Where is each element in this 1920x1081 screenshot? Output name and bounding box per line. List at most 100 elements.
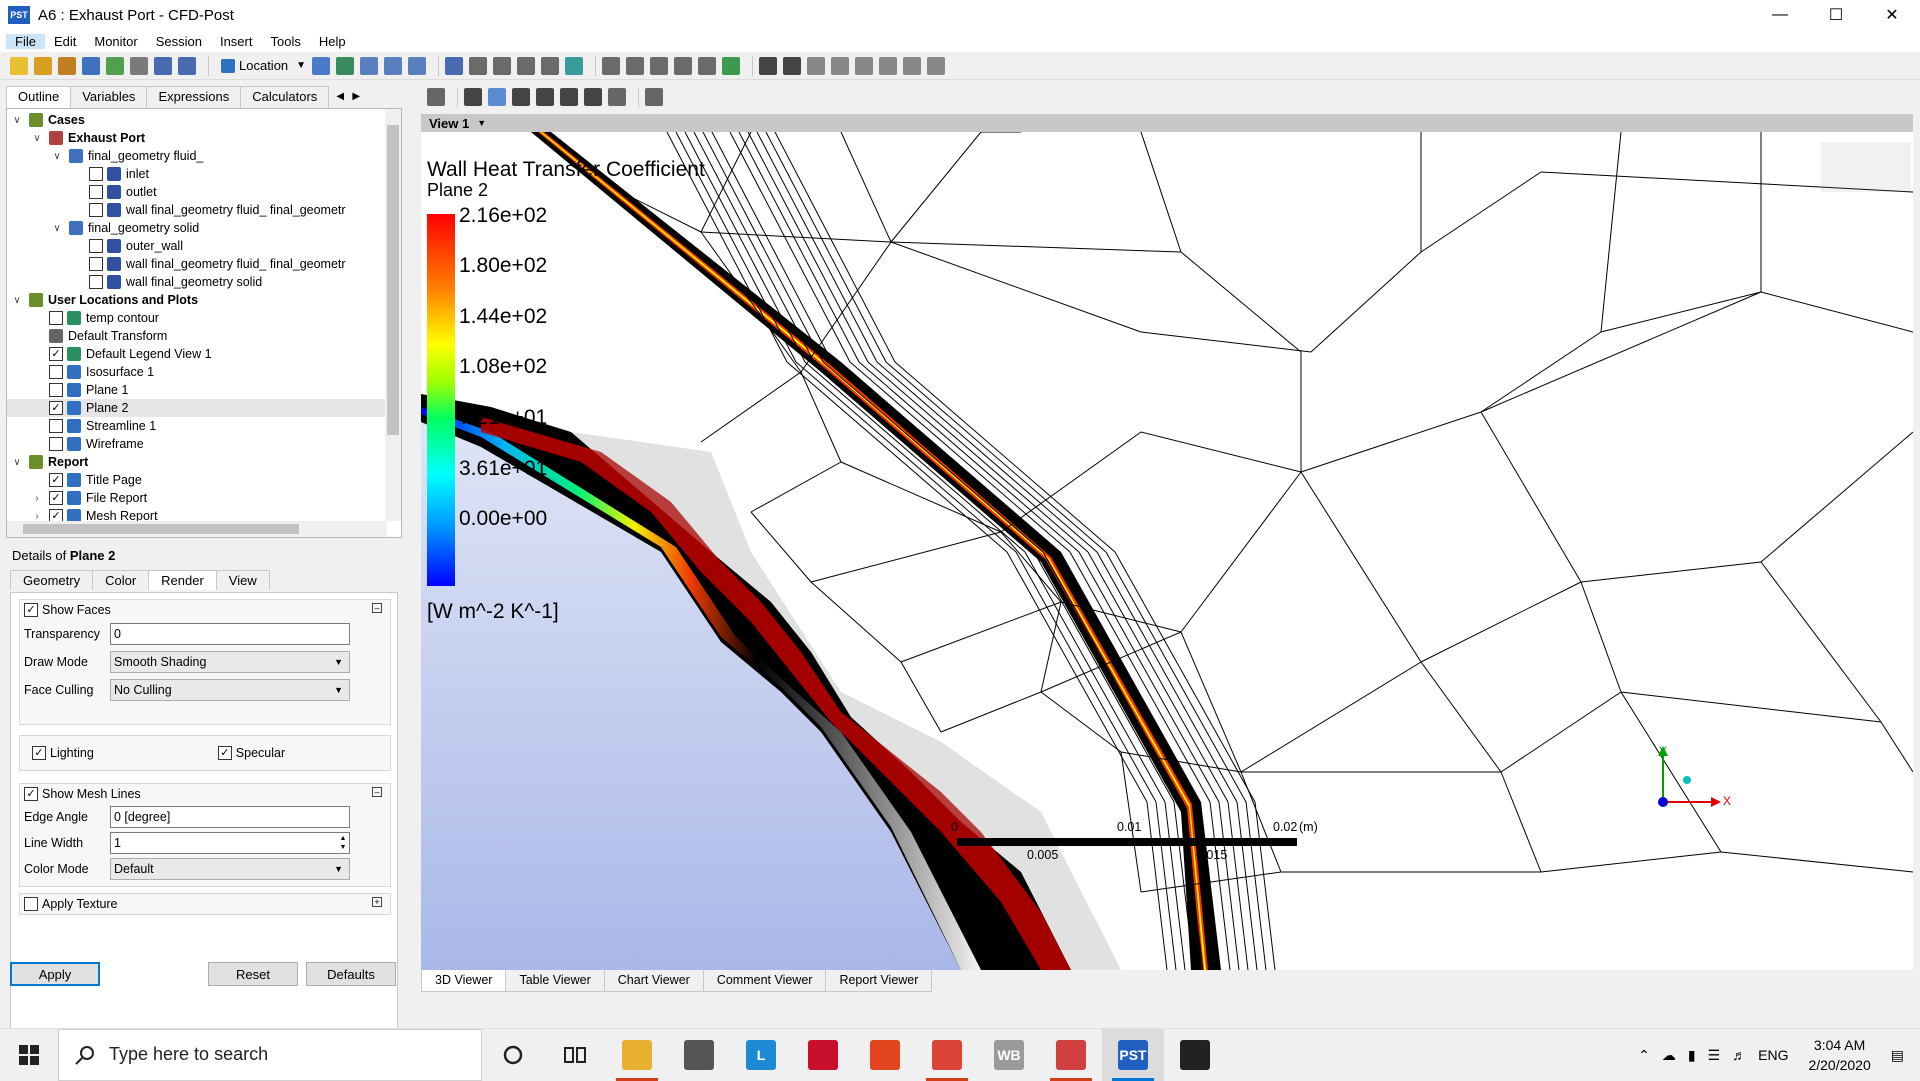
chevron-down-icon[interactable]: ∨ (31, 133, 43, 144)
command-editor-icon[interactable] (927, 56, 946, 75)
tree-item[interactable]: ∨ Cases (7, 111, 387, 129)
new-icon[interactable] (10, 56, 28, 75)
apply-button[interactable]: Apply (10, 962, 100, 986)
language-indicator[interactable]: ENG (1758, 1047, 1788, 1063)
photos-icon[interactable] (1164, 1029, 1226, 1081)
chevron-right-icon[interactable]: › (31, 493, 43, 504)
refresh-icon[interactable] (106, 56, 124, 75)
expand-icon[interactable]: + (372, 897, 382, 907)
visibility-checkbox[interactable] (89, 167, 103, 181)
tree-item[interactable]: ∨ final_geometry fluid_ (7, 147, 387, 165)
save-icon[interactable] (82, 56, 100, 75)
collapse-icon[interactable]: – (372, 787, 382, 797)
tab-render[interactable]: Render (148, 570, 217, 590)
task-view-icon[interactable] (544, 1029, 606, 1081)
comment-icon[interactable] (698, 56, 717, 75)
volume-icon[interactable]: ♬ (1732, 1047, 1746, 1063)
l-app-icon[interactable]: L (730, 1029, 792, 1081)
quick-editor-icon[interactable] (807, 56, 826, 75)
tab-3d-viewer[interactable]: 3D Viewer (421, 970, 507, 992)
visibility-checkbox[interactable] (49, 383, 63, 397)
show-faces-checkbox[interactable]: ✓ (24, 603, 38, 617)
menu-monitor[interactable]: Monitor (85, 34, 146, 49)
tab-scroll-right-icon[interactable]: ▶ (348, 86, 364, 106)
close-button[interactable]: ✕ (1864, 0, 1920, 30)
cortana-icon[interactable] (482, 1029, 544, 1081)
tree-item[interactable]: Default Transform (7, 327, 387, 345)
tree-item[interactable]: ✓ Title Page (7, 471, 387, 489)
clip-plane-icon[interactable] (541, 56, 560, 75)
file-explorer-icon[interactable] (606, 1029, 668, 1081)
menu-help[interactable]: Help (310, 34, 355, 49)
visibility-checkbox[interactable]: ✓ (49, 473, 63, 487)
mesh-calculator-icon[interactable] (903, 56, 922, 75)
print-icon[interactable] (130, 56, 148, 75)
tab-color[interactable]: Color (92, 570, 150, 590)
notifications-icon[interactable]: ▤ (1891, 1047, 1904, 1064)
mail-icon[interactable] (668, 1029, 730, 1081)
tree-item[interactable]: ∨ Exhaust Port (7, 129, 387, 147)
probe-icon[interactable] (831, 56, 850, 75)
tab-expressions[interactable]: Expressions (146, 86, 242, 108)
color-mode-select[interactable]: Default ▼ (110, 858, 350, 880)
undo-icon[interactable] (154, 56, 172, 75)
streamline-icon[interactable] (360, 56, 379, 75)
figure-icon[interactable] (722, 56, 741, 75)
visibility-checkbox[interactable] (49, 311, 63, 325)
zoom-icon[interactable] (512, 88, 530, 106)
animation-icon[interactable] (783, 56, 802, 75)
chevron-down-icon[interactable]: ∨ (11, 295, 23, 306)
tree-item[interactable]: › ✓ File Report (7, 489, 387, 507)
collapse-icon[interactable]: – (372, 603, 382, 613)
defaults-button[interactable]: Defaults (306, 962, 396, 986)
zoom-box-icon[interactable] (536, 88, 554, 106)
select-icon[interactable] (427, 88, 445, 106)
visibility-checkbox[interactable] (89, 185, 103, 199)
show-mesh-lines-checkbox[interactable]: ✓ (24, 787, 38, 801)
chevron-down-icon[interactable]: ∨ (11, 115, 23, 126)
zoom-fit-icon[interactable] (560, 88, 578, 106)
tree-item[interactable]: wall final_geometry fluid_ final_geometr (7, 201, 387, 219)
visibility-checkbox[interactable] (49, 419, 63, 433)
coord-frame-icon[interactable] (469, 56, 488, 75)
reset-button[interactable]: Reset (208, 962, 298, 986)
start-button[interactable] (0, 1029, 58, 1081)
workbench-icon[interactable]: WB (978, 1029, 1040, 1081)
vector-icon[interactable] (312, 56, 331, 75)
visibility-checkbox[interactable] (49, 365, 63, 379)
visibility-checkbox[interactable] (89, 257, 103, 271)
location-dropdown[interactable]: Location ▼ (215, 58, 312, 73)
chevron-down-icon[interactable]: ∨ (11, 457, 23, 468)
tree-item[interactable]: ∨ User Locations and Plots (7, 291, 387, 309)
tree-vertical-scrollbar[interactable] (385, 109, 401, 521)
visibility-checkbox[interactable]: ✓ (49, 491, 63, 505)
fit-view-icon[interactable] (584, 88, 602, 106)
fan-app-icon[interactable] (1040, 1029, 1102, 1081)
chrome-icon[interactable] (916, 1029, 978, 1081)
particle-track-icon[interactable] (384, 56, 403, 75)
tree-item[interactable]: outlet (7, 183, 387, 201)
pan-icon[interactable] (488, 88, 506, 106)
variable-icon[interactable] (602, 56, 621, 75)
tree-item[interactable]: Isosurface 1 (7, 363, 387, 381)
visibility-checkbox[interactable] (89, 203, 103, 217)
3d-viewport[interactable]: Wall Heat Transfer Coefficient Plane 2 2… (421, 132, 1913, 970)
instance-transform-icon[interactable] (517, 56, 536, 75)
viewport-layout-icon[interactable] (608, 88, 626, 106)
tab-view[interactable]: View (215, 570, 270, 590)
draw-mode-select[interactable]: Smooth Shading ▼ (110, 651, 350, 673)
tab-report-viewer[interactable]: Report Viewer (825, 970, 933, 992)
timestep-icon[interactable] (759, 56, 778, 75)
volume-render-icon[interactable] (408, 56, 427, 75)
visibility-checkbox[interactable] (89, 275, 103, 289)
tree-item[interactable]: inlet (7, 165, 387, 183)
chevron-right-icon[interactable]: › (31, 511, 43, 522)
tree-item[interactable]: ✓ Plane 2 (7, 399, 387, 417)
visibility-checkbox[interactable] (49, 437, 63, 451)
tab-geometry[interactable]: Geometry (10, 570, 94, 590)
tree-item[interactable]: Plane 1 (7, 381, 387, 399)
function-calculator-icon[interactable] (855, 56, 874, 75)
face-culling-select[interactable]: No Culling ▼ (110, 679, 350, 701)
menu-tools[interactable]: Tools (261, 34, 309, 49)
wifi-icon[interactable]: ☰ (1708, 1047, 1721, 1064)
